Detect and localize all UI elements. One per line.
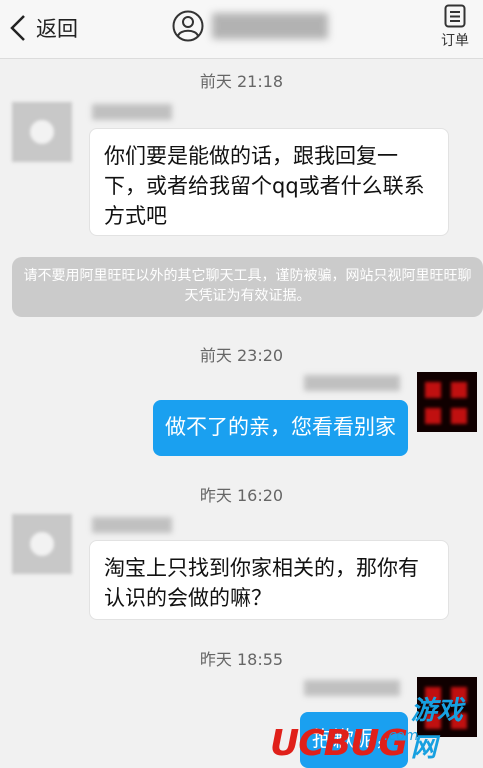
person-icon [172,10,204,42]
orders-button[interactable]: 订单 [435,4,475,50]
timestamp: 前天 23:20 [199,346,284,365]
timestamp: 昨天 18:55 [199,650,284,669]
timestamp: 昨天 16:20 [199,486,284,505]
site-watermark: UCBUG 游戏网 [270,690,483,764]
avatar[interactable] [417,372,477,432]
incoming-message[interactable]: 淘宝上只找到你家相关的，那你有认识的会做的嘛？ [89,540,449,620]
sender-nickname-blurred [304,375,400,391]
back-label: 返回 [36,17,78,41]
avatar[interactable] [12,514,72,574]
contact-title[interactable] [172,10,328,42]
chevron-left-icon [10,15,25,41]
timestamp: 前天 21:18 [199,72,284,91]
watermark-url: .com [384,728,419,744]
back-button[interactable]: 返回 [8,12,78,44]
contact-name-blurred [212,13,328,39]
order-list-icon [444,4,466,28]
orders-label: 订单 [441,33,469,49]
avatar[interactable] [12,102,72,162]
watermark-subtitle: 游戏网 [410,696,463,763]
chat-header: 返回 订单 [0,0,483,59]
outgoing-message[interactable]: 做不了的亲，您看看别家 [153,400,408,456]
sender-nickname-blurred [92,104,172,120]
system-notice: 请不要用阿里旺旺以外的其它聊天工具，谨防被骗，网站只视阿里旺旺聊天凭证为有效证据… [12,257,483,317]
incoming-message[interactable]: 你们要是能做的话，跟我回复一下，或者给我留个qq或者什么联系方式吧 [89,128,449,236]
sender-nickname-blurred [92,517,172,533]
